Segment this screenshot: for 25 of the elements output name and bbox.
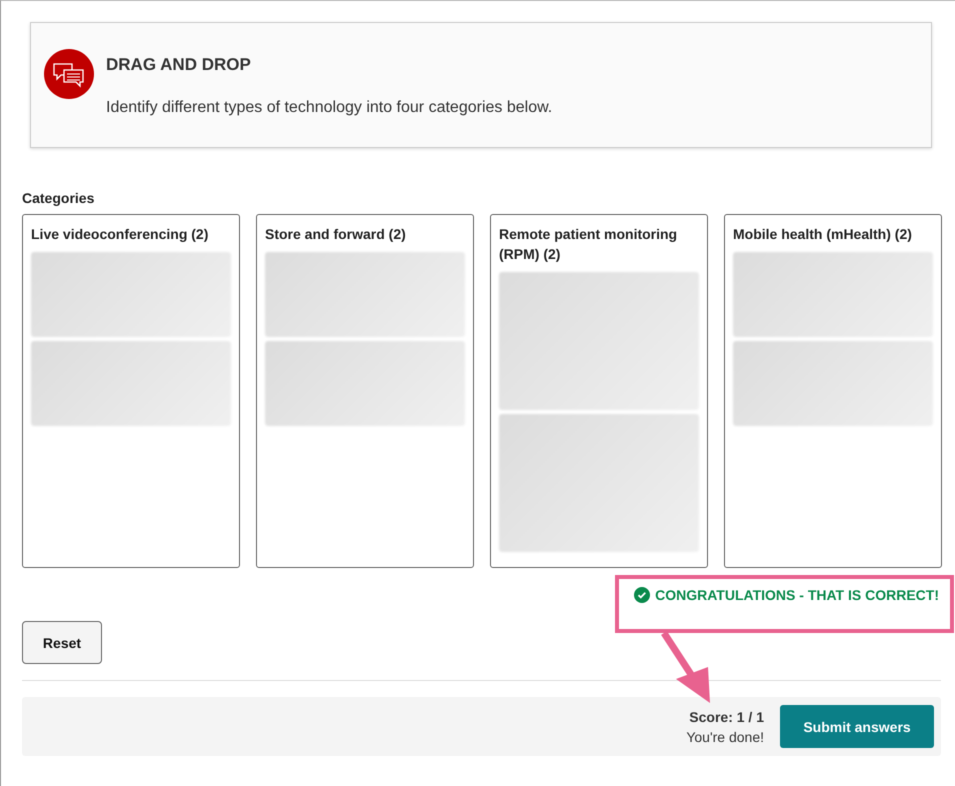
- status-text: You're done!: [686, 728, 764, 744]
- activity-description: Identify different types of technology into four categories below.: [106, 99, 552, 117]
- feedback-message: CONGRATULATIONS - THAT IS CORRECT!: [655, 587, 939, 603]
- category-drop-zone[interactable]: Remote patient monitoring (RPM) (2): [490, 214, 708, 568]
- category-title: Live videoconferencing (2): [31, 225, 210, 244]
- reset-button[interactable]: Reset: [22, 621, 102, 664]
- blurred-item[interactable]: [31, 252, 231, 337]
- category-drop-zone[interactable]: Mobile health (mHealth) (2): [724, 214, 942, 568]
- category-title: Remote patient monitoring (RPM) (2): [499, 225, 678, 264]
- activity-title: DRAG AND DROP: [106, 55, 252, 75]
- blurred-item[interactable]: [265, 252, 465, 337]
- section-label: Categories: [22, 190, 94, 206]
- category-title: Store and forward (2): [265, 225, 407, 244]
- blurred-item[interactable]: [31, 341, 231, 426]
- blurred-item[interactable]: [499, 414, 699, 552]
- blurred-item[interactable]: [265, 341, 465, 426]
- blurred-item[interactable]: [733, 341, 933, 426]
- blurred-item[interactable]: [499, 272, 699, 410]
- score-text: Score: 1 / 1: [689, 708, 764, 724]
- category-drop-zone[interactable]: Live videoconferencing (2): [22, 214, 240, 568]
- category-title: Mobile health (mHealth) (2): [733, 225, 913, 244]
- category-drop-zone[interactable]: Store and forward (2): [256, 214, 474, 568]
- submit-button[interactable]: Submit answers: [780, 705, 934, 748]
- blurred-item[interactable]: [733, 252, 933, 337]
- chat-bubbles-icon: [44, 49, 94, 99]
